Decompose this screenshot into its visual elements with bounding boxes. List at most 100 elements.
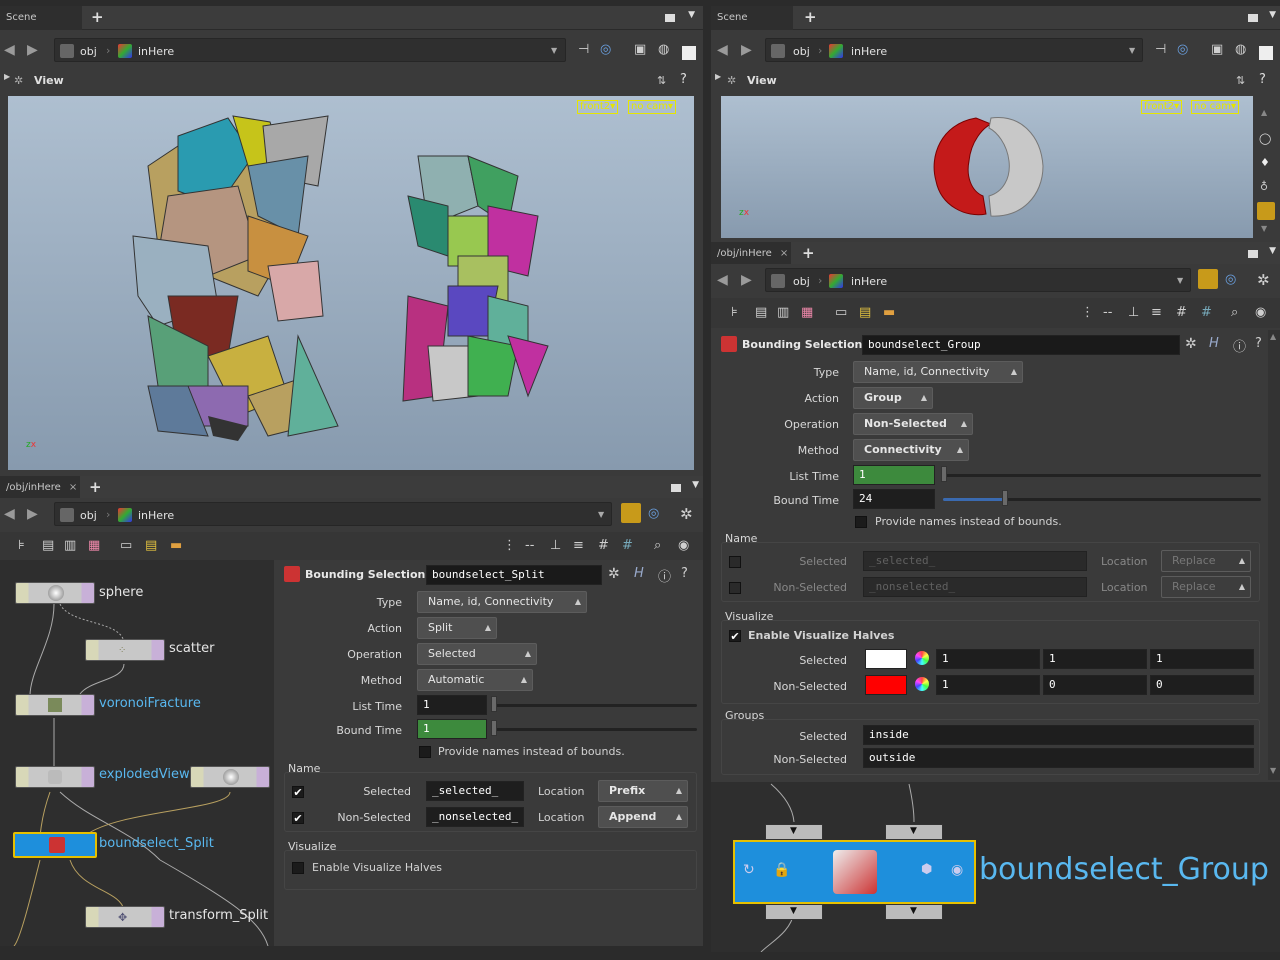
type-dropdown[interactable]: Name, id, Connectivity ▲ [853, 361, 1023, 383]
method-dropdown[interactable]: Automatic ▲ [417, 669, 533, 691]
align-icon[interactable]: ⋮ [503, 538, 516, 553]
bound-time-slider[interactable] [943, 498, 1261, 501]
nonselected-location-dropdown[interactable]: Append ▲ [598, 806, 688, 828]
dash-icon[interactable]: -- [525, 538, 534, 553]
path-dropdown-icon[interactable]: ▼ [1129, 46, 1135, 55]
vis-selected-r-field[interactable]: 1 [936, 649, 1040, 669]
tab-obj-inhere[interactable]: /obj/inHere × [711, 242, 791, 266]
display-options-icon[interactable]: ⇅ [1236, 74, 1245, 87]
link-icon[interactable]: ◎ [600, 42, 611, 57]
forward-arrow-icon[interactable]: ▶ [741, 272, 752, 288]
node-voronoi-fracture[interactable] [15, 694, 95, 716]
gear-icon[interactable]: ✲ [608, 566, 620, 582]
grid-snap-icon[interactable]: # [1176, 305, 1187, 320]
color-palette-icon[interactable]: ▦ [801, 305, 813, 320]
add-tab-icon[interactable]: + [89, 478, 102, 496]
path-dropdown-icon[interactable]: ▼ [1177, 276, 1183, 285]
scroll-down-icon[interactable]: ▼ [1261, 224, 1267, 233]
snap-icon[interactable]: ⊥ [1128, 305, 1139, 320]
help-icon[interactable]: ? [680, 72, 687, 87]
enable-visualize-checkbox[interactable] [292, 862, 304, 874]
lock-icon[interactable]: 🔒 [773, 862, 790, 878]
scroll-down-icon[interactable]: ▼ [1270, 766, 1276, 775]
node-transform-split[interactable]: ✥ [85, 906, 165, 928]
nonselected-location-dropdown[interactable]: Replace ▲ [1161, 576, 1251, 598]
chevron-down-icon[interactable]: ▼ [688, 10, 695, 20]
box-icon[interactable]: ▬ [170, 538, 182, 553]
color-palette-icon[interactable]: ▦ [88, 538, 100, 553]
vis-selected-color-swatch[interactable] [865, 649, 907, 669]
list-view-icon[interactable]: ▤ [42, 538, 54, 553]
provide-names-checkbox[interactable] [855, 516, 867, 528]
path-dropdown-icon[interactable]: ▼ [551, 46, 557, 55]
snap-icon[interactable]: ⊥ [550, 538, 561, 553]
node-input-left[interactable]: ▼ [765, 824, 823, 840]
bypass-icon[interactable]: ↻ [743, 862, 755, 878]
tab-scene-view[interactable]: Scene View× [0, 6, 82, 47]
pane-menu-icon[interactable] [1248, 250, 1258, 258]
node-scatter[interactable]: ⁘ [85, 639, 165, 661]
preview-icon[interactable]: ▭ [120, 538, 132, 553]
forward-arrow-icon[interactable]: ▶ [27, 42, 38, 58]
white-square-icon[interactable] [1259, 46, 1273, 60]
tree-view-icon[interactable]: ⊧ [731, 305, 738, 320]
viewport-left[interactable]: front2▾ no cam▾ zx [8, 96, 694, 470]
grid-icon[interactable]: # [622, 538, 633, 553]
display-flag-icon[interactable]: ◉ [951, 862, 963, 878]
node-output-left[interactable]: ▼ [765, 904, 823, 920]
path-node[interactable]: inHere [851, 45, 887, 58]
tab-scene-view[interactable]: Scene View× [711, 6, 793, 47]
selected-name-checkbox[interactable]: ✔ [292, 786, 304, 798]
scroll-up-icon[interactable]: ▲ [1270, 332, 1276, 341]
template-icon[interactable]: ⬢ [921, 862, 932, 877]
chevron-down-icon[interactable]: ▼ [692, 480, 699, 490]
operation-dropdown[interactable]: Selected ▲ [417, 643, 537, 665]
node-graph-left[interactable]: sphere ⁘ scatter voronoiFracture explode… [0, 560, 274, 946]
node-exploded-view[interactable] [15, 766, 95, 788]
path-node[interactable]: inHere [138, 509, 174, 522]
info-icon[interactable]: ⓘ [658, 566, 671, 585]
tree-view-icon[interactable]: ⊧ [18, 538, 25, 553]
path-dropdown-icon[interactable]: ▼ [598, 510, 604, 519]
parm-view-icon[interactable]: ▥ [64, 538, 76, 553]
nonselected-name-checkbox[interactable] [729, 582, 741, 594]
search-icon[interactable]: ⌕ [1231, 305, 1238, 320]
vis-selected-g-field[interactable]: 1 [1043, 649, 1147, 669]
bulb-icon[interactable]: ♁ [1260, 180, 1268, 193]
snapshot-icon[interactable] [1257, 202, 1275, 220]
bound-time-field[interactable]: 1 [417, 719, 487, 739]
tab-obj-inhere[interactable]: /obj/inHere × [0, 476, 80, 500]
layout-icon[interactable]: ≡ [573, 538, 584, 553]
help-icon[interactable]: ? [1259, 72, 1266, 87]
pin-icon[interactable]: ⊣ [578, 42, 589, 57]
method-dropdown[interactable]: Connectivity ▲ [853, 439, 969, 461]
gear-icon[interactable]: ✲ [680, 505, 693, 523]
node-sphere[interactable] [15, 582, 95, 604]
node-label-exploded-view[interactable]: explodedView [99, 767, 190, 782]
camera-icon[interactable]: ◍ [658, 42, 669, 57]
sphere-icon[interactable]: ◯ [1259, 132, 1271, 145]
pane-menu-icon[interactable] [1248, 14, 1258, 22]
vis-nonselected-r-field[interactable]: 1 [936, 675, 1040, 695]
node-name-field[interactable]: boundselect_Group [862, 335, 1180, 355]
nonselected-name-field[interactable]: _nonselected_ [863, 577, 1087, 597]
view-options-icon[interactable]: ✲ [727, 74, 736, 87]
path-obj[interactable]: obj [80, 45, 97, 58]
path-obj[interactable]: obj [793, 275, 810, 288]
camera-icon[interactable]: ◍ [1235, 42, 1246, 57]
grid-snap-icon[interactable]: # [598, 538, 609, 553]
type-dropdown[interactable]: Name, id, Connectivity ▲ [417, 591, 587, 613]
add-tab-icon[interactable]: + [91, 8, 104, 26]
vis-nonselected-color-swatch[interactable] [865, 675, 907, 695]
help-icon[interactable]: ? [1255, 336, 1262, 351]
sticky-note-icon[interactable]: ▤ [145, 538, 157, 553]
list-time-field[interactable]: 1 [417, 695, 487, 715]
bound-time-slider[interactable] [494, 728, 697, 731]
provide-names-checkbox[interactable] [419, 746, 431, 758]
link-icon[interactable]: ◎ [1177, 42, 1188, 57]
list-time-slider-thumb[interactable] [941, 466, 947, 482]
cube-icon[interactable]: ▣ [634, 42, 646, 57]
selected-name-field[interactable]: _selected_ [426, 781, 524, 801]
houdini-help-icon[interactable]: H [1209, 336, 1219, 351]
path-node[interactable]: inHere [138, 45, 174, 58]
